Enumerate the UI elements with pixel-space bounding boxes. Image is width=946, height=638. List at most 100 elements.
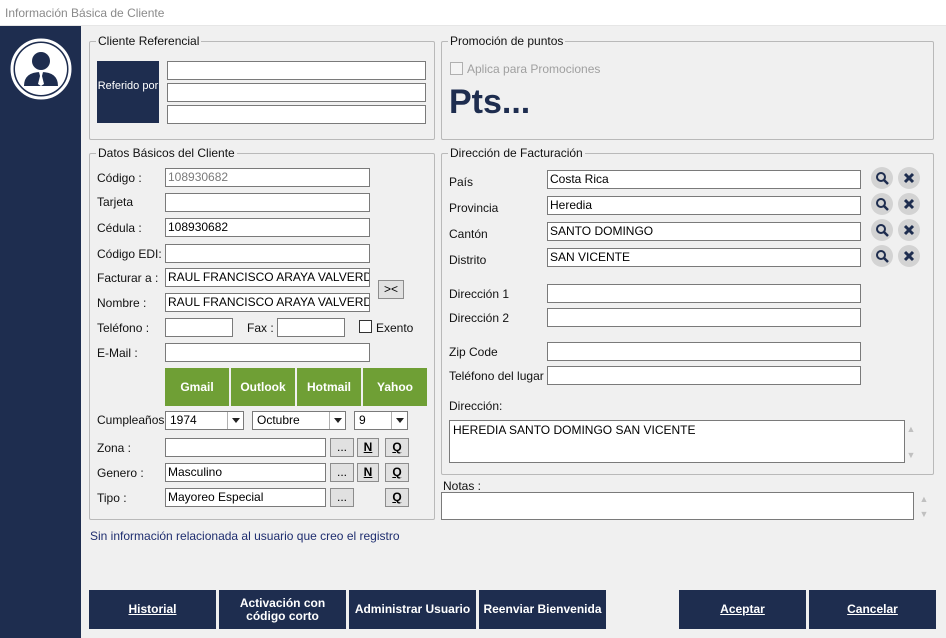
distrito-label: Distrito (449, 253, 487, 267)
outlook-button[interactable]: Outlook (231, 368, 295, 406)
genero-query-button[interactable]: Q (385, 463, 409, 482)
month-value: Octubre (257, 413, 300, 427)
chevron-down-icon (329, 412, 345, 429)
tipo-field[interactable]: Mayoreo Especial (165, 488, 326, 507)
cumpleanos-label: Cumpleaños : (97, 413, 172, 427)
info-text: Sin información relacionada al usuario q… (90, 529, 400, 543)
email-label: E-Mail : (97, 346, 138, 360)
cancelar-button[interactable]: Cancelar (809, 590, 936, 629)
canton-field[interactable]: SANTO DOMINGO (547, 222, 861, 241)
pais-clear-icon[interactable] (898, 167, 920, 189)
provincia-search-icon[interactable] (871, 193, 893, 215)
canton-search-icon[interactable] (871, 219, 893, 241)
chevron-down-icon (227, 412, 243, 429)
year-value: 1974 (170, 413, 197, 427)
administrar-label: Administrar Usuario (354, 602, 471, 616)
canton-clear-icon[interactable] (898, 219, 920, 241)
cedula-field[interactable]: 108930682 (165, 218, 370, 237)
nombre-label: Nombre : (97, 296, 147, 310)
promocion-label: Promoción de puntos (448, 34, 566, 48)
historial-label: Historial (128, 602, 177, 616)
direccion-label: Dirección: (449, 399, 503, 413)
notas-label: Notas : (443, 479, 482, 493)
codigo-edi-field[interactable] (165, 244, 370, 263)
zona-query-button[interactable]: Q (385, 438, 409, 457)
tipo-label: Tipo : (97, 491, 127, 505)
aplica-promociones-checkbox[interactable] (450, 62, 463, 75)
tarjeta-field[interactable] (165, 193, 370, 212)
genero-label: Genero : (97, 466, 144, 480)
exento-label: Exento (376, 321, 414, 335)
distrito-search-icon[interactable] (871, 245, 893, 267)
zip-field[interactable] (547, 342, 861, 361)
provincia-field[interactable]: Heredia (547, 196, 861, 215)
referido-field-1[interactable] (167, 61, 426, 80)
codigo-field[interactable]: 108930682 (165, 168, 370, 187)
provincia-clear-icon[interactable] (898, 193, 920, 215)
distrito-clear-icon[interactable] (898, 245, 920, 267)
referido-por-button[interactable]: Referido por (97, 61, 159, 123)
hotmail-button[interactable]: Hotmail (297, 368, 361, 406)
genero-browse-button[interactable]: ... (330, 463, 354, 482)
distrito-field[interactable]: SAN VICENTE (547, 248, 861, 267)
telefono-field[interactable] (165, 318, 233, 337)
pais-search-icon[interactable] (871, 167, 893, 189)
scroll-up-icon[interactable]: ▲ (906, 424, 916, 434)
cancelar-label: Cancelar (847, 602, 898, 616)
user-avatar-icon (10, 38, 72, 100)
reenviar-bienvenida-button[interactable]: Reenviar Bienvenida (479, 590, 606, 629)
nombre-field[interactable]: RAUL FRANCISCO ARAYA VALVERDE (165, 293, 370, 312)
points-display: Pts... (449, 83, 531, 121)
activacion-label: Activación con código corto (239, 595, 326, 623)
facturar-field[interactable]: RAUL FRANCISCO ARAYA VALVERDE (165, 268, 370, 287)
zona-new-button[interactable]: N (357, 438, 379, 457)
genero-new-button[interactable]: N (357, 463, 379, 482)
notas-scroll-down-icon[interactable]: ▼ (919, 509, 929, 519)
direccion1-label: Dirección 1 (449, 287, 510, 301)
direccion-facturacion-label: Dirección de Facturación (448, 146, 585, 160)
sidebar (0, 26, 81, 638)
yahoo-button[interactable]: Yahoo (363, 368, 427, 406)
zona-field[interactable] (165, 438, 326, 457)
year-select[interactable]: 1974 (165, 411, 244, 430)
notas-scroll-up-icon[interactable]: ▲ (919, 494, 929, 504)
direccion2-field[interactable] (547, 308, 861, 327)
day-value: 9 (359, 413, 366, 427)
tipo-query-button[interactable]: Q (385, 488, 409, 507)
direccion1-field[interactable] (547, 284, 861, 303)
tipo-browse-button[interactable]: ... (330, 488, 354, 507)
direccion2-label: Dirección 2 (449, 311, 510, 325)
scroll-down-icon[interactable]: ▼ (906, 450, 916, 460)
month-select[interactable]: Octubre (252, 411, 346, 430)
chevron-down-icon (391, 412, 407, 429)
zip-label: Zip Code (449, 345, 498, 359)
aceptar-button[interactable]: Aceptar (679, 590, 806, 629)
referido-field-3[interactable] (167, 105, 426, 124)
genero-field[interactable]: Masculino (165, 463, 326, 482)
direccion-textarea[interactable]: HEREDIA SANTO DOMINGO SAN VICENTE (449, 420, 905, 463)
exento-checkbox[interactable] (359, 320, 372, 333)
zona-label: Zona : (97, 441, 132, 455)
activacion-button[interactable]: Activación con código corto (219, 590, 346, 629)
facturar-label: Facturar a : (97, 271, 159, 285)
copy-name-button[interactable]: >< (378, 280, 404, 299)
historial-button[interactable]: Historial (89, 590, 216, 629)
zona-browse-button[interactable]: ... (330, 438, 354, 457)
referido-field-2[interactable] (167, 83, 426, 102)
telefono-label: Teléfono : (97, 321, 150, 335)
day-select[interactable]: 9 (354, 411, 408, 430)
aplica-promociones-label: Aplica para Promociones (467, 62, 601, 76)
gmail-button[interactable]: Gmail (165, 368, 229, 406)
pais-field[interactable]: Costa Rica (547, 170, 861, 189)
telefono-lugar-field[interactable] (547, 366, 861, 385)
fax-field[interactable] (277, 318, 345, 337)
codigo-edi-label: Código EDI: (97, 247, 162, 261)
window-title: Información Básica de Cliente (0, 0, 946, 26)
email-field[interactable] (165, 343, 370, 362)
tarjeta-label: Tarjeta (97, 195, 134, 209)
administrar-usuario-button[interactable]: Administrar Usuario (349, 590, 476, 629)
canton-label: Cantón (449, 227, 488, 241)
provincia-label: Provincia (449, 201, 499, 215)
cliente-referencial-label: Cliente Referencial (96, 34, 202, 48)
notas-textarea[interactable] (441, 492, 914, 520)
